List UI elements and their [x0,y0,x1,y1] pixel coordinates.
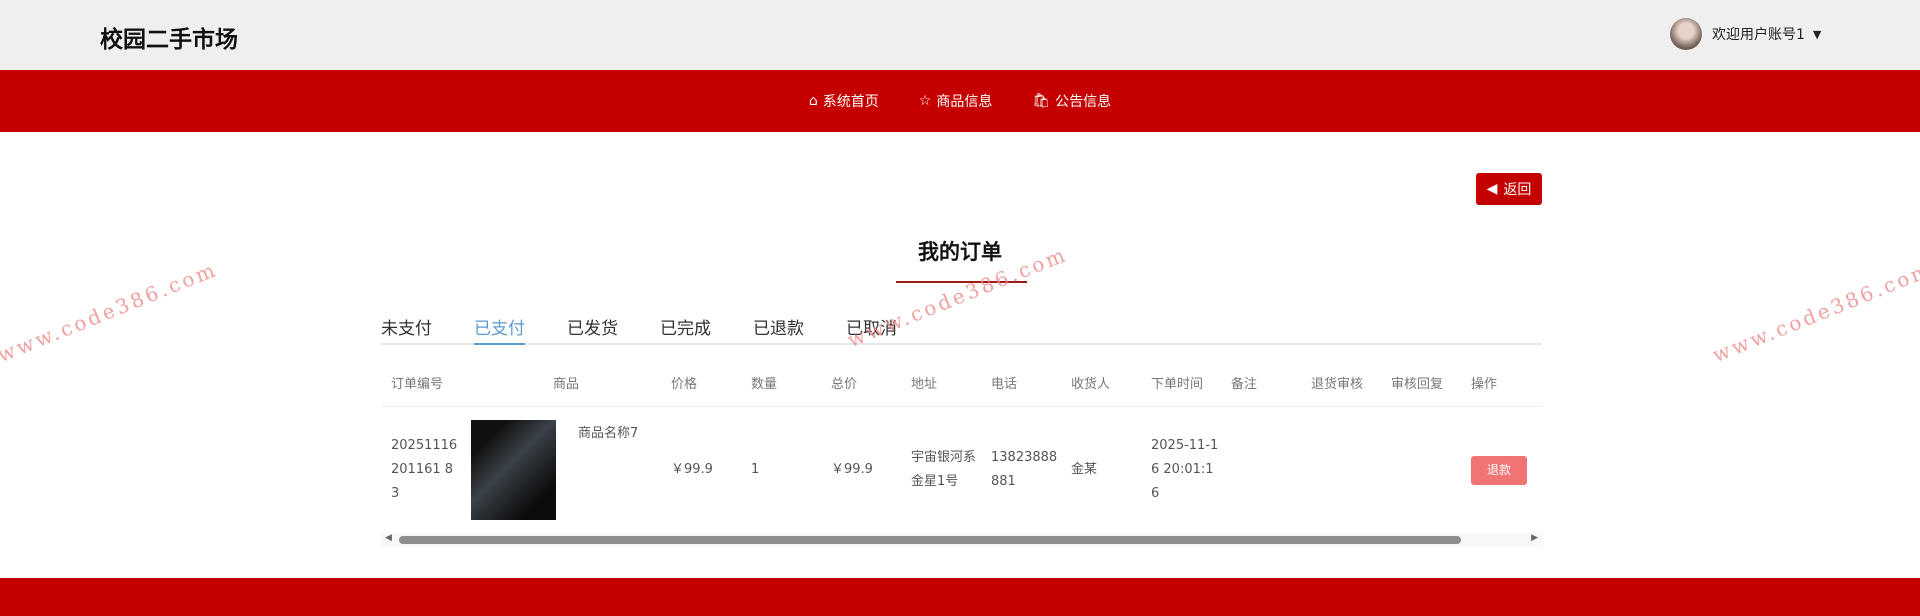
price: ￥99.9 [661,406,741,535]
back-button[interactable]: ◀ 返回 [1476,173,1542,205]
bag-icon: 🛍 [1032,93,1051,109]
col-address: 地址 [901,360,981,407]
home-icon: ⌂ [808,93,818,109]
col-review-reply: 审核回复 [1381,360,1461,407]
nav-label: 公告信息 [1055,94,1112,110]
caret-down-icon: ▼ [1812,27,1822,41]
receiver: 金某 [1061,406,1141,535]
tab-refunded[interactable]: 已退款 [753,312,804,345]
star-icon: ☆ [918,93,932,109]
back-label: 返回 [1503,182,1532,198]
nav-notice[interactable]: 🛍 公告信息 [1032,91,1111,111]
site-logo[interactable]: 校园二手市场 [100,20,238,54]
scroll-left-icon[interactable]: ◀ [385,533,392,543]
col-qty: 数量 [741,360,821,407]
tab-unpaid[interactable]: 未支付 [381,312,432,345]
col-phone: 电话 [981,360,1061,407]
welcome-text: 欢迎用户账号1 [1712,27,1805,43]
nav-label: 系统首页 [822,94,879,110]
col-goods: 商品 [461,360,661,407]
total: ￥99.9 [821,406,901,535]
qty: 1 [741,406,821,535]
col-return-review: 退货审核 [1301,360,1381,407]
tab-paid[interactable]: 已支付 [474,312,525,345]
scrollbar-thumb[interactable] [399,536,1461,544]
table-row: 20251116201161 83 商品名称7 ￥99.9 1 ￥99.9 宇宙… [381,406,1542,535]
scroll-right-icon[interactable]: ▶ [1531,533,1538,543]
horizontal-scrollbar[interactable]: ◀ ▶ [381,533,1542,547]
tab-completed[interactable]: 已完成 [660,312,711,345]
return-review [1301,406,1381,535]
col-order-no: 订单编号 [381,360,461,407]
orders-table: 订单编号 商品 价格 数量 总价 地址 电话 收货人 下单时间 备注 退货审核 … [381,360,1542,535]
remark [1221,406,1301,535]
footer [0,578,1920,616]
address: 宇宙银河系金星1号 [901,406,981,535]
goods-name: 商品名称7 [578,426,639,441]
nav-goods[interactable]: ☆ 商品信息 [919,91,993,111]
main-nav: ⌂ 系统首页 ☆ 商品信息 🛍 公告信息 [0,70,1920,132]
user-menu[interactable]: 欢迎用户账号1 ▼ [1670,18,1821,50]
col-time: 下单时间 [1141,360,1221,407]
col-action: 操作 [1461,360,1542,407]
avatar [1670,18,1702,50]
col-price: 价格 [661,360,741,407]
col-total: 总价 [821,360,901,407]
phone: 13823888881 [981,406,1061,535]
review-reply [1381,406,1461,535]
order-tabs: 未支付 已支付 已发货 已完成 已退款 已取消 [381,312,1542,345]
watermark: www.code386.com [1709,256,1920,368]
nav-home[interactable]: ⌂ 系统首页 [809,91,879,111]
goods-image[interactable] [471,420,556,520]
col-receiver: 收货人 [1061,360,1141,407]
top-bar: 校园二手市场 欢迎用户账号1 ▼ [0,0,1920,70]
order-time: 2025-11-16 20:01:16 [1141,406,1221,535]
refund-button[interactable]: 退款 [1471,455,1527,485]
caret-left-icon: ◀ [1486,181,1498,197]
goods-cell: 商品名称7 [461,406,661,535]
page-title: 我的订单 [918,240,1002,264]
order-no: 20251116201161 83 [381,406,461,535]
col-remark: 备注 [1221,360,1301,407]
tab-shipped[interactable]: 已发货 [567,312,618,345]
action-cell: 退款 [1461,406,1542,535]
nav-label: 商品信息 [936,94,993,110]
watermark: www.code386.com [0,256,221,368]
